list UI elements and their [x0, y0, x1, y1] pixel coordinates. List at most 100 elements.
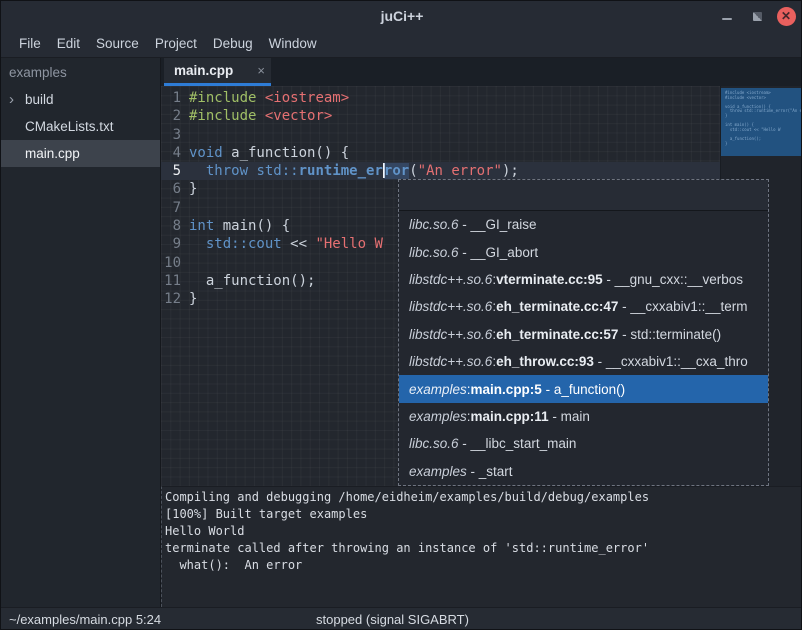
frame-file-line: main.cpp:11	[471, 409, 549, 424]
code-text: throw std::runtime_error("An error");	[189, 162, 519, 180]
stack-frame[interactable]: examples:main.cpp:5 - a_function()	[399, 375, 768, 402]
tabbar: main.cpp ×	[161, 58, 802, 86]
code-text: }	[189, 290, 197, 308]
tree-item-label: main.cpp	[25, 146, 80, 161]
code-text: int main() {	[189, 217, 290, 235]
minimap-code: #include <iostream> #include <vector> vo…	[721, 88, 801, 146]
sidebar-item-main-cpp[interactable]: main.cpp	[1, 140, 160, 167]
menu-file[interactable]: File	[11, 31, 49, 57]
code-line[interactable]: 5 throw std::runtime_error("An error");	[161, 162, 720, 180]
frame-library: libc.so.6	[409, 217, 459, 232]
frame-library: examples	[409, 409, 467, 424]
code-line[interactable]: 2#include <vector>	[161, 107, 720, 125]
frame-library: libstdc++.so.6	[409, 299, 492, 314]
statusbar: ~/examples/main.cpp 5:24 stopped (signal…	[1, 607, 802, 630]
window-title: juCi++	[1, 1, 802, 31]
frame-file-line: eh_terminate.cc:57	[496, 327, 618, 342]
minimize-button[interactable]	[719, 1, 735, 31]
close-icon: ✕	[777, 7, 796, 26]
line-number: 6	[161, 180, 189, 198]
stack-frame[interactable]: libstdc++.so.6:eh_terminate.cc:57 - std:…	[399, 321, 768, 348]
minimize-icon	[722, 18, 732, 20]
frame-library: examples	[409, 464, 467, 479]
stack-frame[interactable]: libstdc++.so.6:vterminate.cc:95 - __gnu_…	[399, 266, 768, 293]
juci-window: juCi++ ✕ FileEditSourceProjectDebugWindo…	[0, 0, 802, 630]
code-text: }	[189, 180, 197, 198]
frame-library: libstdc++.so.6	[409, 327, 492, 342]
status-debug-state: stopped (signal SIGABRT)	[316, 608, 469, 630]
status-file-location: ~/examples/main.cpp 5:24	[9, 608, 161, 630]
code-text: void a_function() {	[189, 144, 349, 162]
line-number: 2	[161, 107, 189, 125]
code-text: std::cout << "Hello W	[189, 235, 383, 253]
sidebar-item-build[interactable]: › build	[1, 86, 160, 113]
stack-frame[interactable]: libc.so.6 - __libc_start_main	[399, 430, 768, 457]
frame-function: main	[561, 409, 590, 424]
line-number: 11	[161, 272, 189, 290]
titlebar[interactable]: juCi++ ✕	[1, 1, 802, 31]
frame-file-line: eh_terminate.cc:47	[496, 299, 618, 314]
menu-source[interactable]: Source	[88, 31, 147, 57]
frame-function: __cxxabiv1::__term	[630, 299, 747, 314]
menubar: FileEditSourceProjectDebugWindow	[1, 31, 802, 58]
menu-debug[interactable]: Debug	[205, 31, 261, 57]
menu-window[interactable]: Window	[261, 31, 325, 57]
restore-button[interactable]	[749, 1, 765, 31]
code-text: #include <vector>	[189, 107, 332, 125]
line-number: 12	[161, 290, 189, 308]
code-text: a_function();	[189, 272, 315, 290]
terminal-line: Compiling and debugging /home/eidheim/ex…	[165, 489, 802, 506]
line-number: 1	[161, 89, 189, 107]
restore-icon	[753, 12, 762, 21]
frame-file-line: vterminate.cc:95	[496, 272, 603, 287]
stack-frame[interactable]: examples:main.cpp:11 - main	[399, 403, 768, 430]
tree-item-label: CMakeLists.txt	[25, 119, 114, 134]
stack-frame[interactable]: libc.so.6 - __GI_abort	[399, 238, 768, 265]
frame-function: __GI_abort	[471, 245, 539, 260]
frame-function: _start	[479, 464, 513, 479]
code-line[interactable]: 3	[161, 126, 720, 144]
frame-function: std::terminate()	[630, 327, 721, 342]
menu-edit[interactable]: Edit	[49, 31, 88, 57]
terminal-line: terminate called after throwing an insta…	[165, 540, 802, 557]
tab-label: main.cpp	[174, 63, 251, 78]
code-line[interactable]: 1#include <iostream>	[161, 89, 720, 107]
close-button[interactable]: ✕	[773, 1, 799, 31]
stack-frame[interactable]: libstdc++.so.6:eh_throw.cc:93 - __cxxabi…	[399, 348, 768, 375]
frame-library: libstdc++.so.6	[409, 272, 492, 287]
minimap-slider[interactable]: #include <iostream> #include <vector> vo…	[721, 88, 801, 156]
line-number: 3	[161, 126, 189, 144]
project-name: examples	[1, 58, 160, 86]
frame-file-line: main.cpp:5	[471, 382, 542, 397]
frame-function: __libc_start_main	[471, 436, 577, 451]
line-number: 4	[161, 144, 189, 162]
tree-item-label: build	[25, 92, 54, 107]
menu-project[interactable]: Project	[147, 31, 205, 57]
line-number: 9	[161, 235, 189, 253]
tab-close-icon[interactable]: ×	[251, 64, 265, 77]
stack-frame[interactable]: libc.so.6 - __GI_raise	[399, 211, 768, 238]
code-line[interactable]: 4void a_function() {	[161, 144, 720, 162]
terminal-line: what(): An error	[165, 557, 802, 574]
project-tree: examples › build CMakeLists.txt main.cpp	[1, 58, 161, 607]
line-number: 5	[161, 162, 189, 180]
terminal-output: Compiling and debugging /home/eidheim/ex…	[161, 486, 802, 607]
line-number: 8	[161, 217, 189, 235]
line-number: 7	[161, 199, 189, 217]
chevron-right-icon[interactable]: ›	[9, 86, 14, 113]
frame-function: __cxxabiv1::__cxa_thro	[606, 354, 748, 369]
popup-search-input[interactable]	[399, 180, 768, 211]
frame-library: libstdc++.so.6	[409, 354, 492, 369]
stack-frame[interactable]: libstdc++.so.6:eh_terminate.cc:47 - __cx…	[399, 293, 768, 320]
line-number: 10	[161, 254, 189, 272]
frame-library: examples	[409, 382, 467, 397]
tab-main-cpp[interactable]: main.cpp ×	[164, 58, 271, 86]
terminal-line: [100%] Built target examples	[165, 506, 802, 523]
frame-function: __gnu_cxx::__verbos	[615, 272, 743, 287]
frame-library: libc.so.6	[409, 245, 459, 260]
backtrace-popup: libc.so.6 - __GI_raiselibc.so.6 - __GI_a…	[398, 179, 769, 486]
sidebar-item-cmakelists-txt[interactable]: CMakeLists.txt	[1, 113, 160, 140]
stack-frame[interactable]: examples - _start	[399, 458, 768, 485]
frame-library: libc.so.6	[409, 436, 459, 451]
terminal-line: Hello World	[165, 523, 802, 540]
